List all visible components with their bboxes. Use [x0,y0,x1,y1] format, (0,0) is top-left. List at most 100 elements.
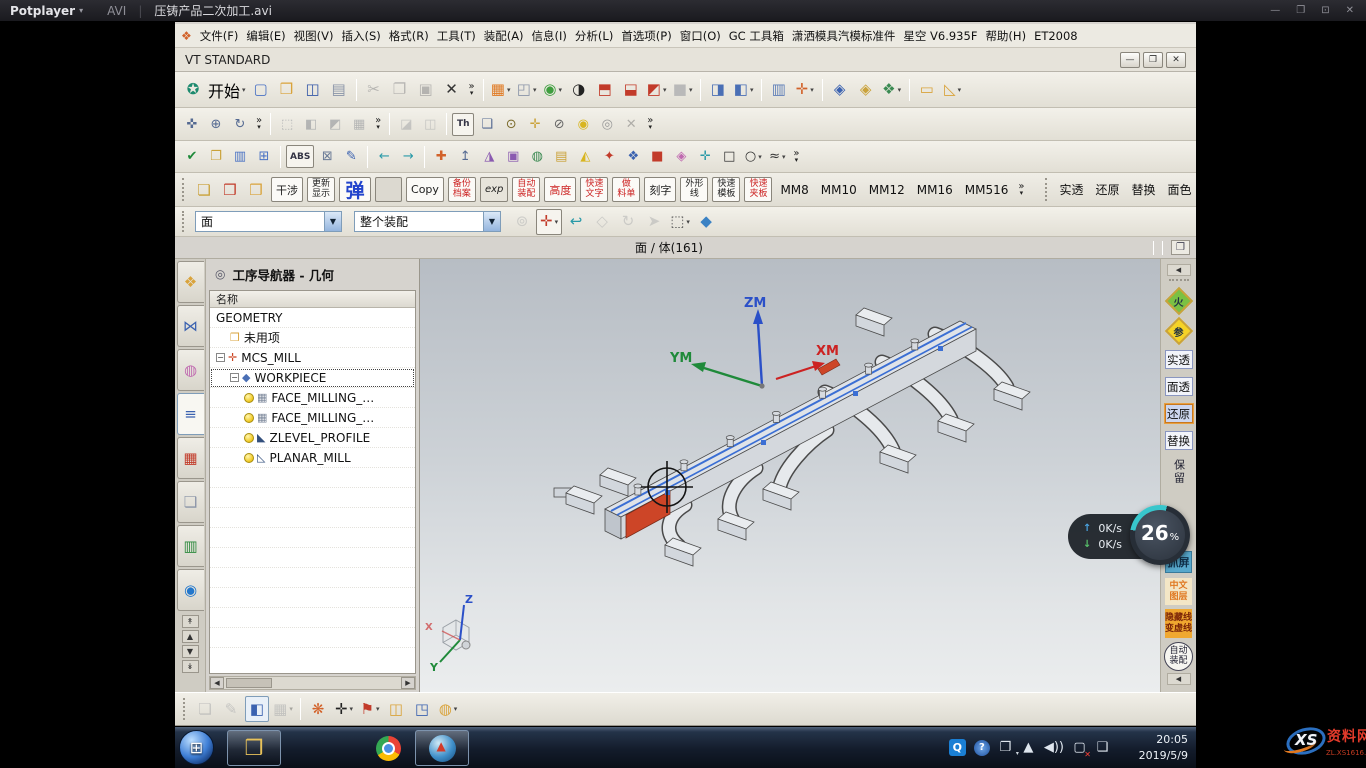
potplayer-menu-button[interactable]: Potplayer [10,4,75,18]
bounding-box-icon[interactable]: ◳ [410,696,434,722]
paint-face-icon[interactable]: ❖ [622,145,644,168]
gray-cube-icon[interactable]: ◇ [590,209,614,235]
tree-row-face-milling-[interactable]: ▦FACE_MILLING_… [210,408,415,428]
tree-row-zlevel-profile[interactable]: ◣ZLEVEL_PROFILE [210,428,415,448]
toolbar-overflow-button[interactable]: »▾ [375,117,381,131]
front-view-icon[interactable]: ◧ [300,113,322,136]
bulb-off-icon[interactable]: ◎ [596,113,618,136]
copy-tool-button[interactable]: Copy [406,177,444,202]
join-diamond-button[interactable]: 参 [1166,318,1192,344]
view-layout-icon[interactable]: ▦ [348,113,370,136]
menu-item-12[interactable]: 潇洒模具汽模标准件 [788,25,900,47]
cube-feature-icon[interactable]: ▣ [502,145,524,168]
toolbar-overflow-button[interactable]: »▾ [793,150,799,164]
navigator-hscrollbar[interactable]: ◀ ▶ [209,676,416,690]
clear-selection-icon[interactable]: ✕ [620,113,642,136]
quick-clamp-button[interactable]: 快速 夹板 [744,177,772,202]
delete-icon[interactable]: ✕ [440,77,464,103]
save-icon[interactable]: ◫ [301,77,325,103]
undo-icon[interactable]: ↩ [564,209,588,235]
back-icon[interactable]: ← [373,145,395,168]
mm516-label[interactable]: MM516 [965,183,1009,197]
chrome-taskbar-button[interactable] [361,730,415,766]
quick-template-button[interactable]: 快速 模板 [712,177,740,202]
part-navigator-tab[interactable]: ◍ [177,349,204,391]
add-point-icon[interactable]: ✛ [524,113,546,136]
sphere-feature-icon[interactable]: ◍ [526,145,548,168]
rectangle-shape-icon[interactable]: □ [718,145,740,168]
snap-pencil-icon[interactable]: ✎ [219,696,243,722]
qq-icon[interactable]: Q [949,739,966,756]
replace-flat-button[interactable]: 替换 [1132,181,1156,198]
download-overlay-widget[interactable]: ↑0K/s ↓0K/s 26 % [1068,505,1192,569]
tree-row--[interactable]: ❒未用项 [210,328,415,348]
menu-item-13[interactable]: 星空 V6.935F [899,25,981,47]
toolbar-drag-handle[interactable] [182,178,186,201]
window-restore-button[interactable]: ❐ [1143,52,1163,68]
nx-logo-icon[interactable]: ✪ [181,77,205,103]
datum-red2-icon[interactable]: ⬓ [619,77,643,103]
menu-item-0[interactable]: 文件(F) [196,25,243,47]
sphere-tool-icon[interactable]: ◍▾ [436,696,460,722]
red-block-icon[interactable]: ■ [646,145,668,168]
snap-solid-icon[interactable]: ◧ [245,696,269,722]
restore-panel-icon[interactable]: ❐ [1171,240,1190,255]
replace-button[interactable]: 替换 [1165,431,1193,450]
menu-item-6[interactable]: 装配(A) [480,25,528,47]
bulb-icon[interactable] [244,413,254,423]
gem-gold-icon[interactable]: ◈ [854,77,878,103]
restore-flat-button[interactable]: 还原 [1096,181,1120,198]
part-list-icon[interactable]: ▥ [767,77,791,103]
solid-translucent-flat-button[interactable]: 实透 [1060,181,1084,198]
menu-item-3[interactable]: 插入(S) [337,25,384,47]
start-menu-button[interactable]: 开始▾ [207,77,247,103]
marquee-select-icon[interactable]: ⬚▾ [668,209,692,235]
grid-icon[interactable]: ⊞ [253,145,275,168]
pan-view-icon[interactable]: ✜ [181,113,203,136]
display-connect-icon[interactable]: ❑ [1095,739,1110,757]
toolbar-overflow-button[interactable]: »▾ [647,117,653,131]
window-stack-icon[interactable]: ❐▾ [998,739,1013,757]
blank-button[interactable] [375,177,402,202]
menu-item-7[interactable]: 信息(I) [528,25,571,47]
help-icon[interactable]: ? [974,740,990,756]
scrollbar-thumb[interactable] [226,678,272,688]
mm8-label[interactable]: MM8 [780,183,808,197]
finish-sketch-icon[interactable]: ✔ [181,145,203,168]
menu-item-2[interactable]: 视图(V) [290,25,338,47]
machine-tool-view-tab[interactable]: ▦ [177,437,204,479]
player-close-button[interactable]: ✕ [1346,5,1354,16]
column-header-name[interactable]: 名称 [210,291,415,308]
type-filter-dropdown[interactable]: 面 ▼ [195,211,342,232]
toolbar-drag-handle[interactable] [1045,178,1049,201]
capture-icon[interactable]: ◰▾ [515,77,539,103]
layout-icon[interactable]: ▥ [229,145,251,168]
pyramid-icon[interactable]: ◮ [478,145,500,168]
expand-toggle[interactable]: − [230,373,239,382]
scroll-bottom-button[interactable]: ↡ [182,660,199,673]
tree-row-mcs-mill[interactable]: −✛MCS_MILL [210,348,415,368]
menu-item-10[interactable]: 窗口(O) [676,25,725,47]
solid-translucent-button[interactable]: 实透 [1165,350,1193,369]
hand-pointer-icon[interactable]: ➤ [642,209,666,235]
trimetric-view-icon[interactable]: ◩ [324,113,346,136]
measure-cylinder-icon[interactable]: ◫ [384,696,408,722]
toolbar-drag-handle[interactable] [182,211,186,231]
scroll-left-button[interactable]: ◀ [210,677,224,689]
expand-toggle[interactable]: − [216,353,225,362]
nx-taskbar-button[interactable]: ▲ [415,730,469,766]
plus-tool-icon[interactable]: ✛▾ [332,696,356,722]
search-icon[interactable]: ⊘ [548,113,570,136]
player-maximize-button[interactable]: ❐ [1296,5,1305,16]
chevron-down-icon[interactable]: ▼ [324,212,341,231]
tree-row-geometry[interactable]: GEOMETRY [210,308,415,328]
toolbar-overflow-button[interactable]: »▾ [469,83,475,97]
scroll-up-button[interactable]: ▲ [182,630,199,643]
fire-diamond-button[interactable]: 火 [1166,288,1192,314]
rotate-point-icon[interactable]: ↻ [616,209,640,235]
volume-icon[interactable]: ◀)) [1044,739,1064,757]
bulb-icon[interactable] [244,393,254,403]
quick-text-button[interactable]: 快速 文字 [580,177,608,202]
new-file-icon[interactable]: ▢ [249,77,273,103]
mm16-label[interactable]: MM16 [917,183,953,197]
